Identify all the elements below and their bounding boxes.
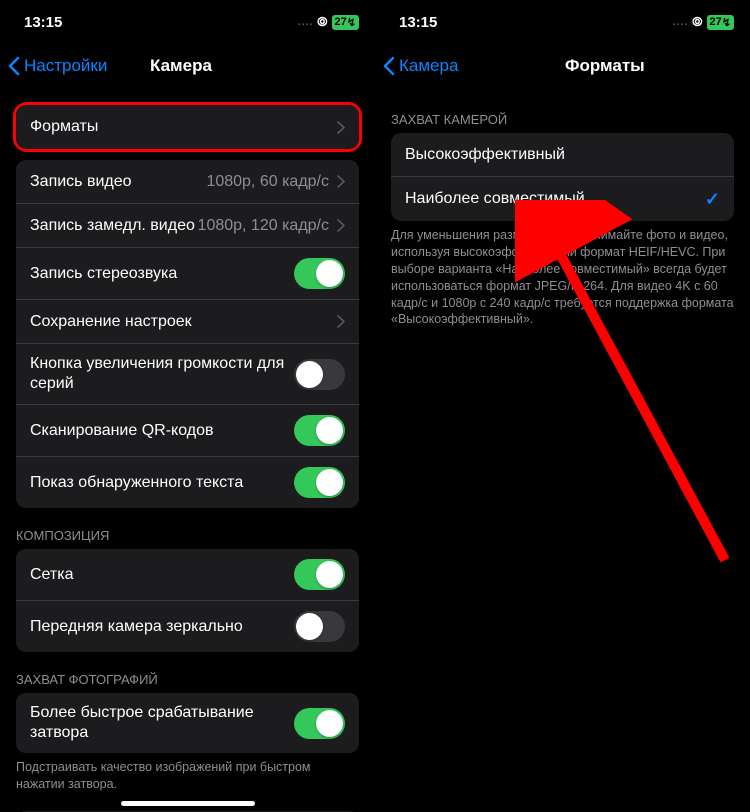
label-faster-shutter: Более быстрое срабатывание затвора xyxy=(30,703,294,743)
battery-icon: 27↯ xyxy=(707,15,734,30)
label-most-compatible: Наиболее совместимый xyxy=(405,189,705,209)
status-right: .... ⦾ 27↯ xyxy=(673,14,734,30)
page-title: Камера xyxy=(150,56,212,76)
row-detected-text[interactable]: Показ обнаруженного текста xyxy=(16,457,359,508)
label-grid: Сетка xyxy=(30,565,294,585)
switch-detected-text[interactable] xyxy=(294,467,345,498)
status-bar: 13:15 .... ⦾ 27↯ xyxy=(0,0,375,44)
label-high-efficiency: Высокоэффективный xyxy=(405,145,720,165)
chevron-left-icon xyxy=(8,56,20,76)
status-bar: 13:15 .... ⦾ 27↯ xyxy=(375,0,750,44)
label-detected-text: Показ обнаруженного текста xyxy=(30,473,294,493)
back-button[interactable]: Настройки xyxy=(8,56,107,76)
page-title: Форматы xyxy=(565,56,645,76)
label-stereo: Запись стереозвука xyxy=(30,264,294,284)
nav-bar: Камера Форматы xyxy=(375,44,750,88)
hotspot-icon: ⦾ xyxy=(317,14,327,30)
detail-record-slowmo: 1080p, 120 кадр/с xyxy=(198,217,329,235)
switch-qr[interactable] xyxy=(294,415,345,446)
switch-volume-burst[interactable] xyxy=(294,359,345,390)
group-header-composition: КОМПОЗИЦИЯ xyxy=(0,508,375,549)
label-record-video: Запись видео xyxy=(30,172,206,192)
row-record-video[interactable]: Запись видео 1080p, 60 кадр/с xyxy=(16,160,359,204)
label-preserve: Сохранение настроек xyxy=(30,312,337,332)
label-formats: Форматы xyxy=(30,117,337,137)
hotspot-icon: ⦾ xyxy=(692,14,702,30)
nav-bar: Настройки Камера xyxy=(0,44,375,88)
home-indicator[interactable] xyxy=(121,801,255,806)
content: ЗАХВАТ КАМЕРОЙ Высокоэффективный Наиболе… xyxy=(375,88,750,328)
row-stereo[interactable]: Запись стереозвука xyxy=(16,248,359,300)
detail-record-video: 1080p, 60 кадр/с xyxy=(206,173,329,191)
switch-faster-shutter[interactable] xyxy=(294,708,345,739)
row-grid[interactable]: Сетка xyxy=(16,549,359,601)
row-faster-shutter[interactable]: Более быстрое срабатывание затвора xyxy=(16,693,359,753)
label-record-slowmo: Запись замедл. видео xyxy=(30,216,198,236)
capture-footer: Подстраивать качество изображений при бы… xyxy=(0,753,375,793)
switch-stereo[interactable] xyxy=(294,258,345,289)
status-right: .... ⦾ 27↯ xyxy=(298,14,359,30)
label-mirror: Передняя камера зеркально xyxy=(30,617,294,637)
chevron-right-icon xyxy=(337,315,345,328)
label-volume-burst: Кнопка увеличения громкости для серий xyxy=(30,354,294,394)
row-preserve[interactable]: Сохранение настроек xyxy=(16,300,359,344)
row-mirror[interactable]: Передняя камера зеркально xyxy=(16,601,359,652)
switch-mirror[interactable] xyxy=(294,611,345,642)
status-dots: .... xyxy=(298,17,313,28)
screen-formats: 13:15 .... ⦾ 27↯ Камера Форматы ЗАХВАТ К… xyxy=(375,0,750,812)
row-most-compatible[interactable]: Наиболее совместимый ✓ xyxy=(391,177,734,221)
switch-grid[interactable] xyxy=(294,559,345,590)
chevron-right-icon xyxy=(337,219,345,232)
label-qr: Сканирование QR-кодов xyxy=(30,421,294,441)
status-time: 13:15 xyxy=(24,14,62,31)
group-header-capture-camera: ЗАХВАТ КАМЕРОЙ xyxy=(375,102,750,133)
highlight-box: Форматы xyxy=(13,102,362,152)
row-volume-burst[interactable]: Кнопка увеличения громкости для серий xyxy=(16,344,359,405)
status-time: 13:15 xyxy=(399,14,437,31)
row-qr[interactable]: Сканирование QR-кодов xyxy=(16,405,359,457)
chevron-left-icon xyxy=(383,56,395,76)
checkmark-icon: ✓ xyxy=(705,189,720,210)
chevron-right-icon xyxy=(337,175,345,188)
content: Форматы Запись видео 1080p, 60 кадр/с За… xyxy=(0,88,375,812)
screen-camera-settings: 13:15 .... ⦾ 27↯ Настройки Камера Формат… xyxy=(0,0,375,812)
battery-icon: 27↯ xyxy=(332,15,359,30)
row-high-efficiency[interactable]: Высокоэффективный xyxy=(391,133,734,177)
back-label: Камера xyxy=(399,56,458,76)
row-record-slowmo[interactable]: Запись замедл. видео 1080p, 120 кадр/с xyxy=(16,204,359,248)
formats-footer: Для уменьшения размера файла снимайте фо… xyxy=(375,221,750,328)
group-header-capture: ЗАХВАТ ФОТОГРАФИЙ xyxy=(0,652,375,693)
back-label: Настройки xyxy=(24,56,107,76)
chevron-right-icon xyxy=(337,121,345,134)
back-button[interactable]: Камера xyxy=(383,56,458,76)
row-formats[interactable]: Форматы xyxy=(16,105,359,149)
status-dots: .... xyxy=(673,17,688,28)
